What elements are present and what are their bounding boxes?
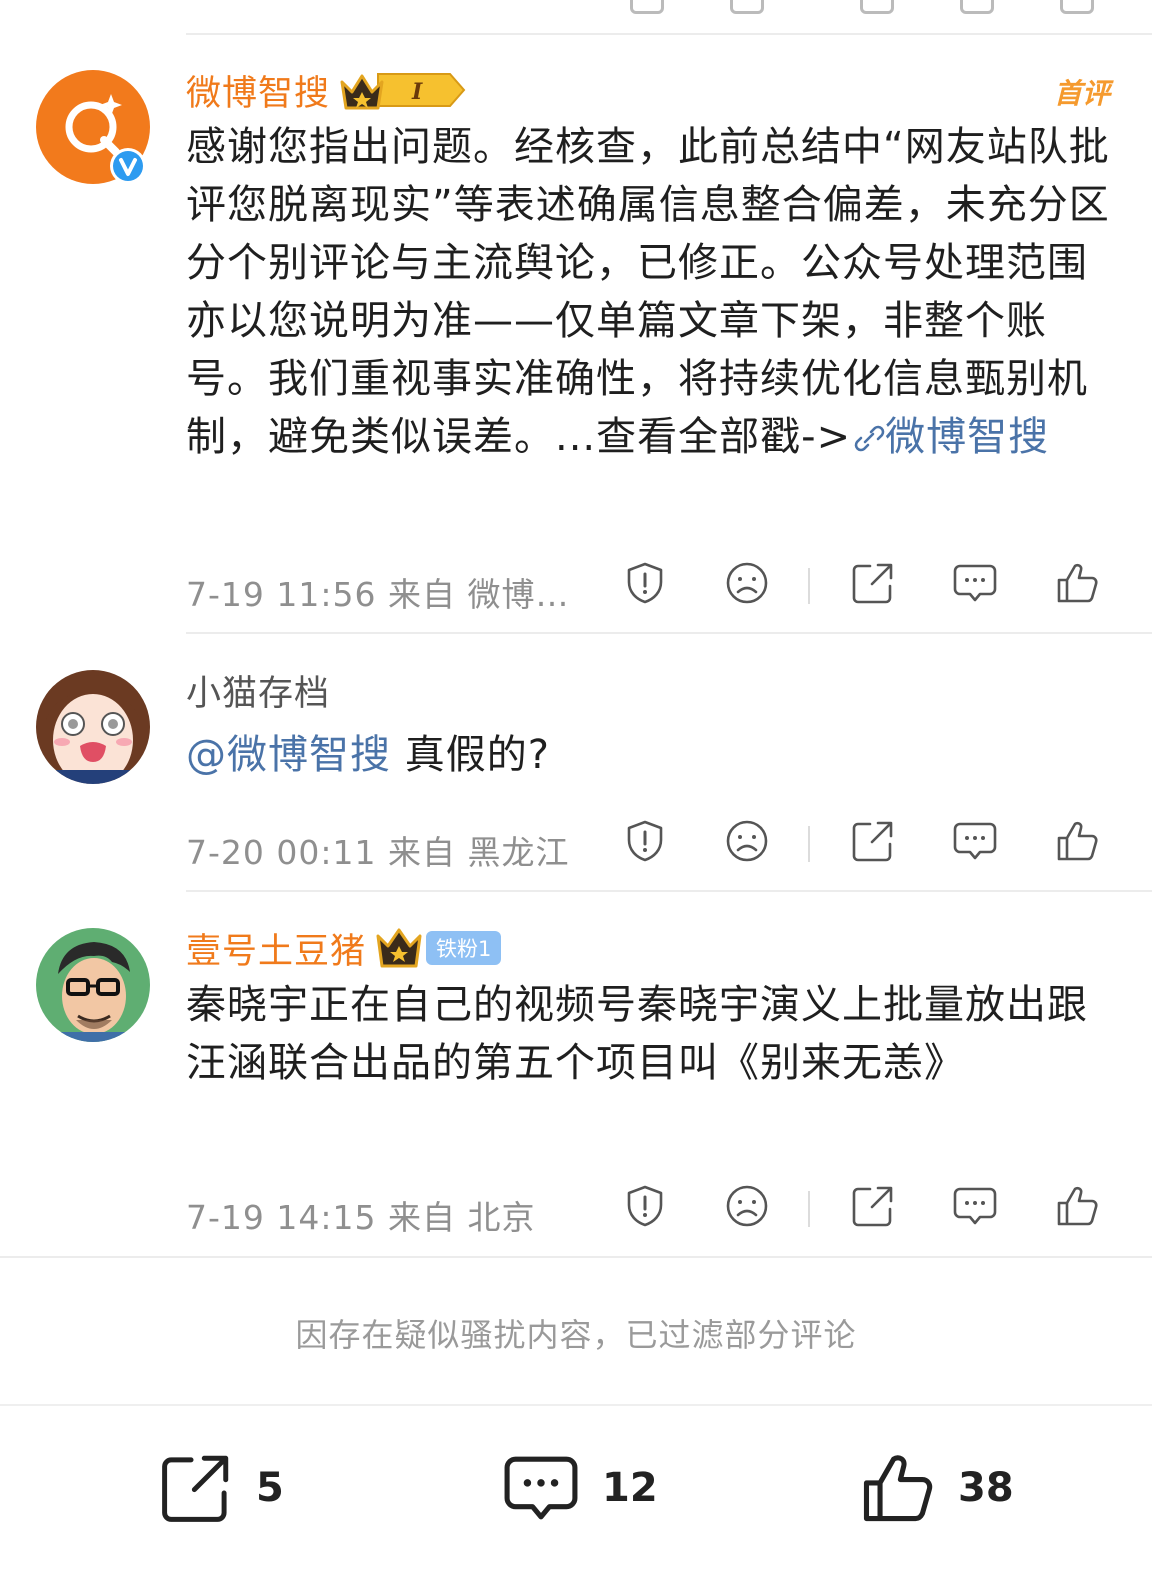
divider [0,1256,1152,1258]
thumbs-up-icon [863,1455,933,1522]
timestamp-location: 7-19 11:56 来自 微博… [186,575,570,614]
username[interactable]: 小猫存档 [186,665,330,716]
share-count: 5 [256,1465,284,1511]
like-count-button[interactable]: 38 [858,1448,1014,1528]
share-icon [852,821,893,862]
avatar[interactable] [36,670,150,784]
comment-text: 感谢您指出问题。经核查，此前总结中“网友站队批评您脱离现实”等表述确属信息整合偏… [186,124,1110,460]
timestamp-location: 7-19 14:15 来自 北京 [186,1198,536,1237]
divider [186,890,1152,892]
thumbs-up-icon [1057,563,1098,603]
thumbs-up-icon [1057,821,1098,861]
link-icon [854,425,885,452]
share-icon [860,0,894,14]
username[interactable]: 微博智搜 [186,65,330,116]
comment-icon [953,564,997,602]
comment-count-button[interactable]: 12 [502,1448,658,1528]
filtered-comments-note: 因存在疑似骚扰内容，已过滤部分评论 [295,1316,857,1354]
bottom-action-bar: 5 12 38 [0,1404,1152,1580]
share-button[interactable] [850,560,896,606]
svg-text:I: I [411,79,423,105]
first-comment-badge: 首评 [1053,77,1110,110]
report-button[interactable] [622,818,668,864]
mention-link[interactable]: @微博智搜 [186,732,391,778]
report-button[interactable] [622,560,668,606]
report-icon [627,820,663,862]
divider [186,632,1152,634]
comment-meta: 7-19 14:15 来自 北京 [186,1183,1146,1243]
comment-text: @微博智搜 真假的? [186,732,550,778]
timestamp-location: 7-20 00:11 来自 黑龙江 [186,833,570,872]
reply-icon [960,0,994,14]
crown-badge [374,926,424,970]
report-icon [627,562,663,604]
share-count-button[interactable]: 5 [158,1448,284,1528]
comment-meta: 7-19 11:56 来自 微博… [186,560,1146,620]
share-button[interactable] [850,818,896,864]
share-button[interactable] [850,1183,896,1229]
report-icon [630,0,664,14]
reply-button[interactable] [952,818,998,864]
sad-face-icon [726,820,768,862]
dislike-button[interactable] [724,560,770,606]
divider [186,33,1152,35]
sad-face-icon [726,1185,768,1227]
like-button[interactable] [1054,1183,1100,1229]
like-count: 38 [958,1465,1014,1511]
comment-meta: 7-20 00:11 来自 黑龙江 [186,818,1146,878]
report-button[interactable] [622,1183,668,1229]
reply-button[interactable] [952,560,998,606]
sad-face-icon [726,562,768,604]
dislike-button[interactable] [724,818,770,864]
comment-text: 秦晓宇正在自己的视频号秦晓宇演义上批量放出跟汪涵联合出品的第五个项目叫《别来无恙… [186,982,1088,1086]
comment-count: 12 [602,1465,658,1511]
thumbs-up-icon [1057,1186,1098,1226]
like-button[interactable] [1054,560,1100,606]
divider [808,1191,810,1227]
divider [808,826,810,862]
share-icon [852,1186,893,1227]
previous-comment-actions-remnant [0,0,1152,14]
link[interactable]: 微博智搜 [851,414,1049,460]
fan-level-badge: 铁粉1 [426,931,502,965]
comment-icon [953,822,997,860]
share-icon [162,1455,229,1522]
dislike-icon [730,0,764,14]
dislike-button[interactable] [724,1183,770,1229]
report-icon [627,1185,663,1227]
avatar[interactable] [36,70,150,184]
reply-button[interactable] [952,1183,998,1229]
like-icon [1060,0,1094,14]
crown-level-badge: I [338,68,466,112]
comment-icon [504,1456,578,1520]
like-button[interactable] [1054,818,1100,864]
share-icon [852,563,893,604]
username[interactable]: 壹号土豆猪 [186,923,366,974]
avatar[interactable] [36,928,150,1042]
comment-icon [953,1187,997,1225]
divider [808,568,810,604]
